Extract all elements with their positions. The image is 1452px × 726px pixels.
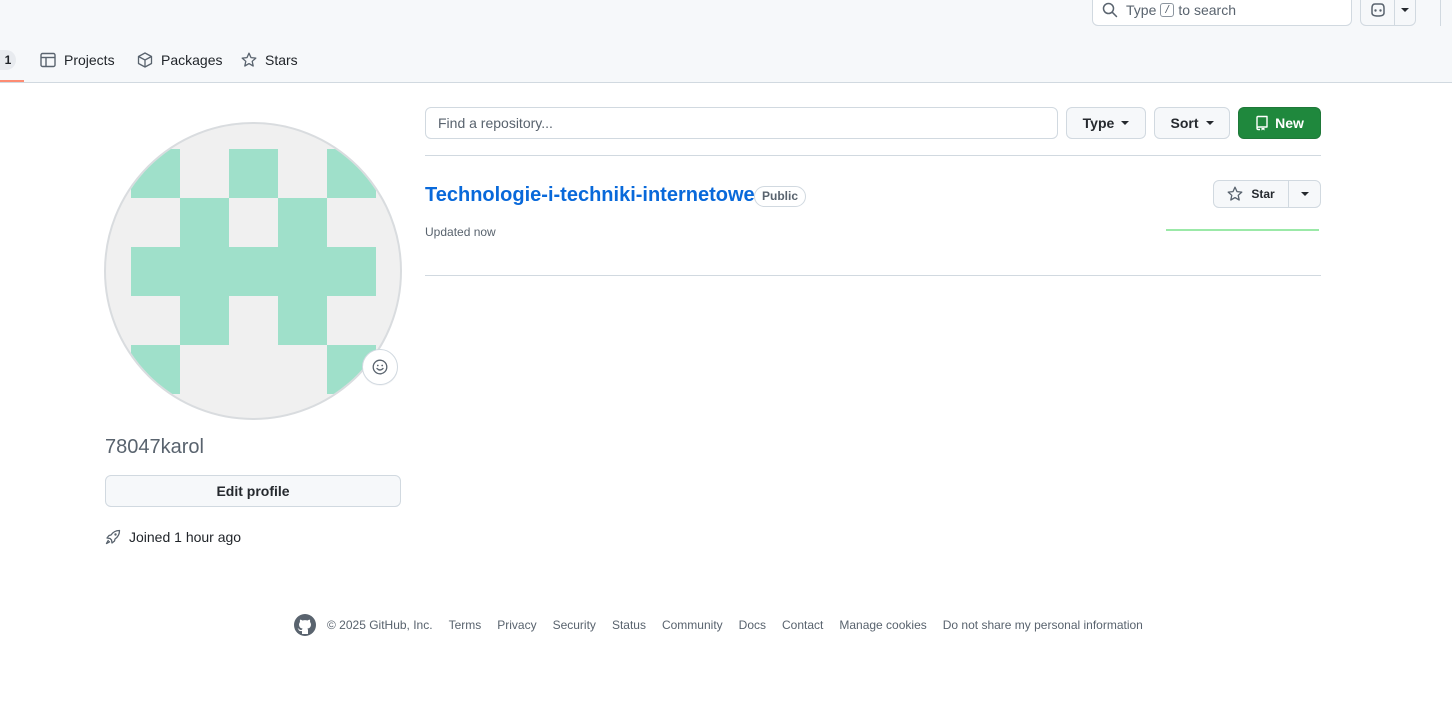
search-prefix: Type: [1126, 2, 1157, 18]
sort-button[interactable]: Sort: [1154, 107, 1230, 139]
edit-profile-button[interactable]: Edit profile: [105, 475, 401, 507]
type-filter-button[interactable]: Type: [1066, 107, 1146, 139]
new-repository-button[interactable]: New: [1238, 107, 1321, 139]
profile-username: 78047karol: [105, 436, 204, 458]
footer-copyright: © 2025 GitHub, Inc.: [327, 618, 433, 632]
divider: [425, 155, 1321, 156]
star-list-dropdown[interactable]: [1289, 181, 1320, 207]
star-button-group[interactable]: Star: [1213, 180, 1321, 208]
github-logo-icon[interactable]: [293, 613, 317, 637]
rocket-icon: [105, 529, 121, 545]
find-repository-input[interactable]: [425, 107, 1058, 139]
footer-link-docs[interactable]: Docs: [739, 618, 766, 632]
copilot-dropdown-button[interactable]: [1395, 0, 1415, 25]
footer-link-security[interactable]: Security: [553, 618, 596, 632]
tab-stars[interactable]: Stars: [241, 50, 298, 70]
joined-info: Joined 1 hour ago: [105, 529, 241, 545]
set-status-button[interactable]: [362, 349, 398, 385]
chevron-down-icon: [1205, 121, 1214, 125]
tab-projects-label: Projects: [64, 52, 115, 68]
tab-count-badge[interactable]: 1: [0, 50, 16, 70]
type-filter-label: Type: [1082, 115, 1115, 131]
copilot-icon: [1370, 3, 1385, 17]
search-icon: [1102, 2, 1118, 18]
footer-link-manage-cookies[interactable]: Manage cookies: [839, 618, 926, 632]
sort-label: Sort: [1170, 115, 1199, 131]
star-button[interactable]: Star: [1214, 181, 1289, 207]
activity-sparkline: [1166, 229, 1319, 231]
new-label: New: [1275, 115, 1304, 131]
joined-text: Joined 1 hour ago: [129, 529, 242, 545]
package-icon: [137, 52, 153, 68]
chevron-down-icon: [1121, 121, 1130, 125]
repo-name-link[interactable]: Technologie-i-techniki-internetowe: [425, 184, 755, 207]
footer-link-status[interactable]: Status: [612, 618, 646, 632]
chevron-down-icon: [1300, 192, 1309, 196]
avatar[interactable]: [104, 122, 402, 420]
star-label: Star: [1251, 187, 1275, 201]
chevron-down-icon: [1401, 8, 1409, 12]
tab-packages[interactable]: Packages: [137, 50, 222, 70]
footer-link-community[interactable]: Community: [662, 618, 723, 632]
tab-packages-label: Packages: [161, 52, 223, 68]
footer-link-do-not-share[interactable]: Do not share my personal information: [943, 618, 1143, 632]
copilot-button[interactable]: [1361, 0, 1395, 25]
smiley-icon: [372, 359, 388, 375]
identicon: [131, 149, 376, 394]
visibility-badge: Public: [754, 186, 807, 207]
footer-link-terms[interactable]: Terms: [449, 618, 482, 632]
footer-link-contact[interactable]: Contact: [782, 618, 823, 632]
table-icon: [40, 52, 56, 68]
search-shortcut-key: /: [1160, 3, 1175, 17]
page-footer: © 2025 GitHub, Inc. Terms Privacy Securi…: [293, 613, 1159, 637]
tab-stars-label: Stars: [265, 52, 298, 68]
repo-icon: [1256, 115, 1268, 131]
star-icon: [241, 52, 257, 67]
tab-projects[interactable]: Projects: [40, 50, 115, 70]
footer-link-privacy[interactable]: Privacy: [497, 618, 536, 632]
header-edge-button[interactable]: [1440, 0, 1452, 26]
repo-updated-time: Updated now: [425, 225, 496, 239]
active-tab-underline: [0, 80, 24, 82]
search-input[interactable]: Type / to search: [1092, 0, 1352, 26]
copilot-button-group[interactable]: [1360, 0, 1416, 26]
divider: [425, 275, 1321, 276]
star-icon: [1227, 186, 1243, 201]
search-suffix: to search: [1178, 2, 1236, 18]
page-header: Type / to search 1 Projects Packages Sta…: [0, 0, 1452, 83]
